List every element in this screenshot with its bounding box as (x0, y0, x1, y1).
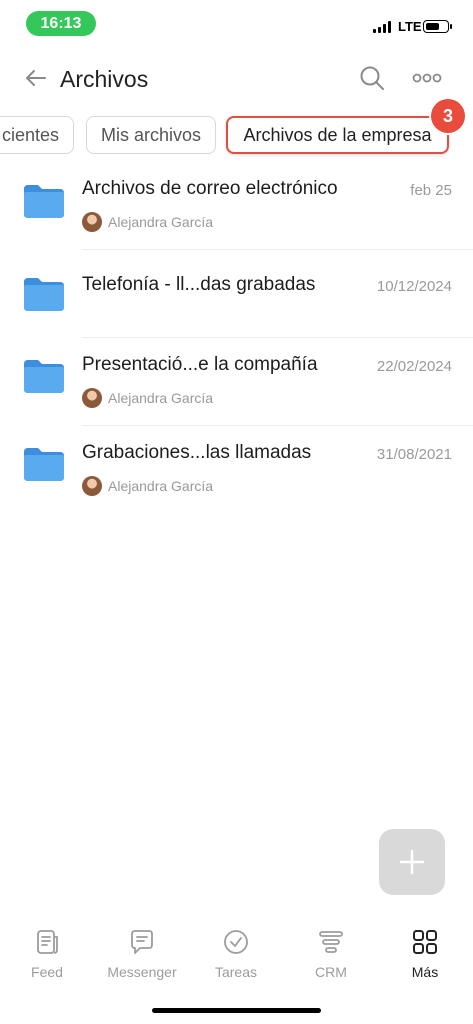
list-item[interactable]: Telefonía - ll...das grabadas 10/12/2024 (0, 250, 473, 338)
battery-icon (423, 20, 452, 33)
network-label: LTE (398, 19, 422, 34)
messenger-icon (131, 930, 153, 954)
folder-icon (24, 185, 64, 218)
signal-icon (373, 21, 391, 33)
crm-icon (319, 931, 343, 953)
bottom-nav: Feed Messenger Tareas CRM Más (0, 920, 473, 990)
author-name: Alejandra García (108, 214, 214, 230)
file-date: 10/12/2024 (376, 278, 452, 295)
app-header: Archivos (0, 56, 473, 106)
file-date: 22/02/2024 (376, 358, 452, 375)
nav-label: CRM (315, 964, 347, 980)
more-grid-icon (413, 930, 437, 954)
search-button[interactable] (358, 64, 386, 92)
avatar (82, 388, 102, 408)
list-item[interactable]: Archivos de correo electrónico feb 25 Al… (0, 166, 473, 250)
tab-label: cientes (1, 124, 59, 145)
nav-label: Feed (31, 964, 63, 980)
page-title: Archivos (60, 66, 149, 92)
tasks-icon (224, 930, 248, 954)
notification-badge: 3 (431, 99, 465, 133)
tab-mis-archivos[interactable]: Mis archivos (86, 116, 216, 154)
folder-icon (24, 360, 64, 393)
tab-recientes[interactable]: cientes (0, 116, 74, 154)
avatar (82, 476, 102, 496)
file-date: feb 25 (410, 182, 452, 199)
home-indicator[interactable] (152, 1008, 321, 1013)
nav-label: Tareas (214, 964, 258, 980)
file-name: Archivos de correo electrónico (82, 178, 338, 199)
file-author: Alejandra García (82, 476, 213, 496)
file-name: Telefonía - ll...das grabadas (82, 274, 316, 295)
author-name: Alejandra García (108, 390, 214, 406)
tab-archivos-empresa[interactable]: Archivos de la empresa (226, 116, 449, 154)
plus-icon (399, 849, 425, 875)
tab-label: Archivos de la empresa (243, 124, 432, 145)
arrow-left-icon (26, 70, 46, 86)
file-date: 31/08/2021 (376, 446, 452, 463)
file-author: Alejandra García (82, 388, 213, 408)
nav-tareas[interactable]: Tareas (189, 920, 283, 986)
nav-crm[interactable]: CRM (284, 920, 378, 986)
more-options-button[interactable] (410, 64, 444, 92)
file-list: Archivos de correo electrónico feb 25 Al… (0, 166, 473, 514)
avatar (82, 212, 102, 232)
list-item[interactable]: Presentació...e la compañía 22/02/2024 A… (0, 338, 473, 426)
more-dots-icon (412, 73, 442, 83)
file-name: Grabaciones...las llamadas (82, 442, 312, 463)
back-button[interactable] (22, 64, 50, 92)
add-button[interactable] (379, 829, 445, 895)
search-icon (360, 66, 384, 90)
nav-mas[interactable]: Más (378, 920, 472, 986)
status-bar: 16:13 LTE (0, 0, 473, 46)
nav-label: Messenger (107, 964, 177, 980)
list-item[interactable]: Grabaciones...las llamadas 31/08/2021 Al… (0, 426, 473, 514)
author-name: Alejandra García (108, 478, 214, 494)
folder-icon (24, 278, 64, 311)
nav-label: Más (411, 964, 439, 980)
file-name: Presentació...e la compañía (82, 354, 318, 375)
nav-feed[interactable]: Feed (0, 920, 94, 986)
feed-icon (37, 930, 58, 954)
file-author: Alejandra García (82, 212, 213, 232)
status-time: 16:13 (26, 11, 96, 36)
folder-icon (24, 448, 64, 481)
tab-label: Mis archivos (100, 124, 202, 145)
filter-tabs: cientes Mis archivos Archivos de la empr… (0, 116, 473, 156)
nav-messenger[interactable]: Messenger (95, 920, 189, 986)
